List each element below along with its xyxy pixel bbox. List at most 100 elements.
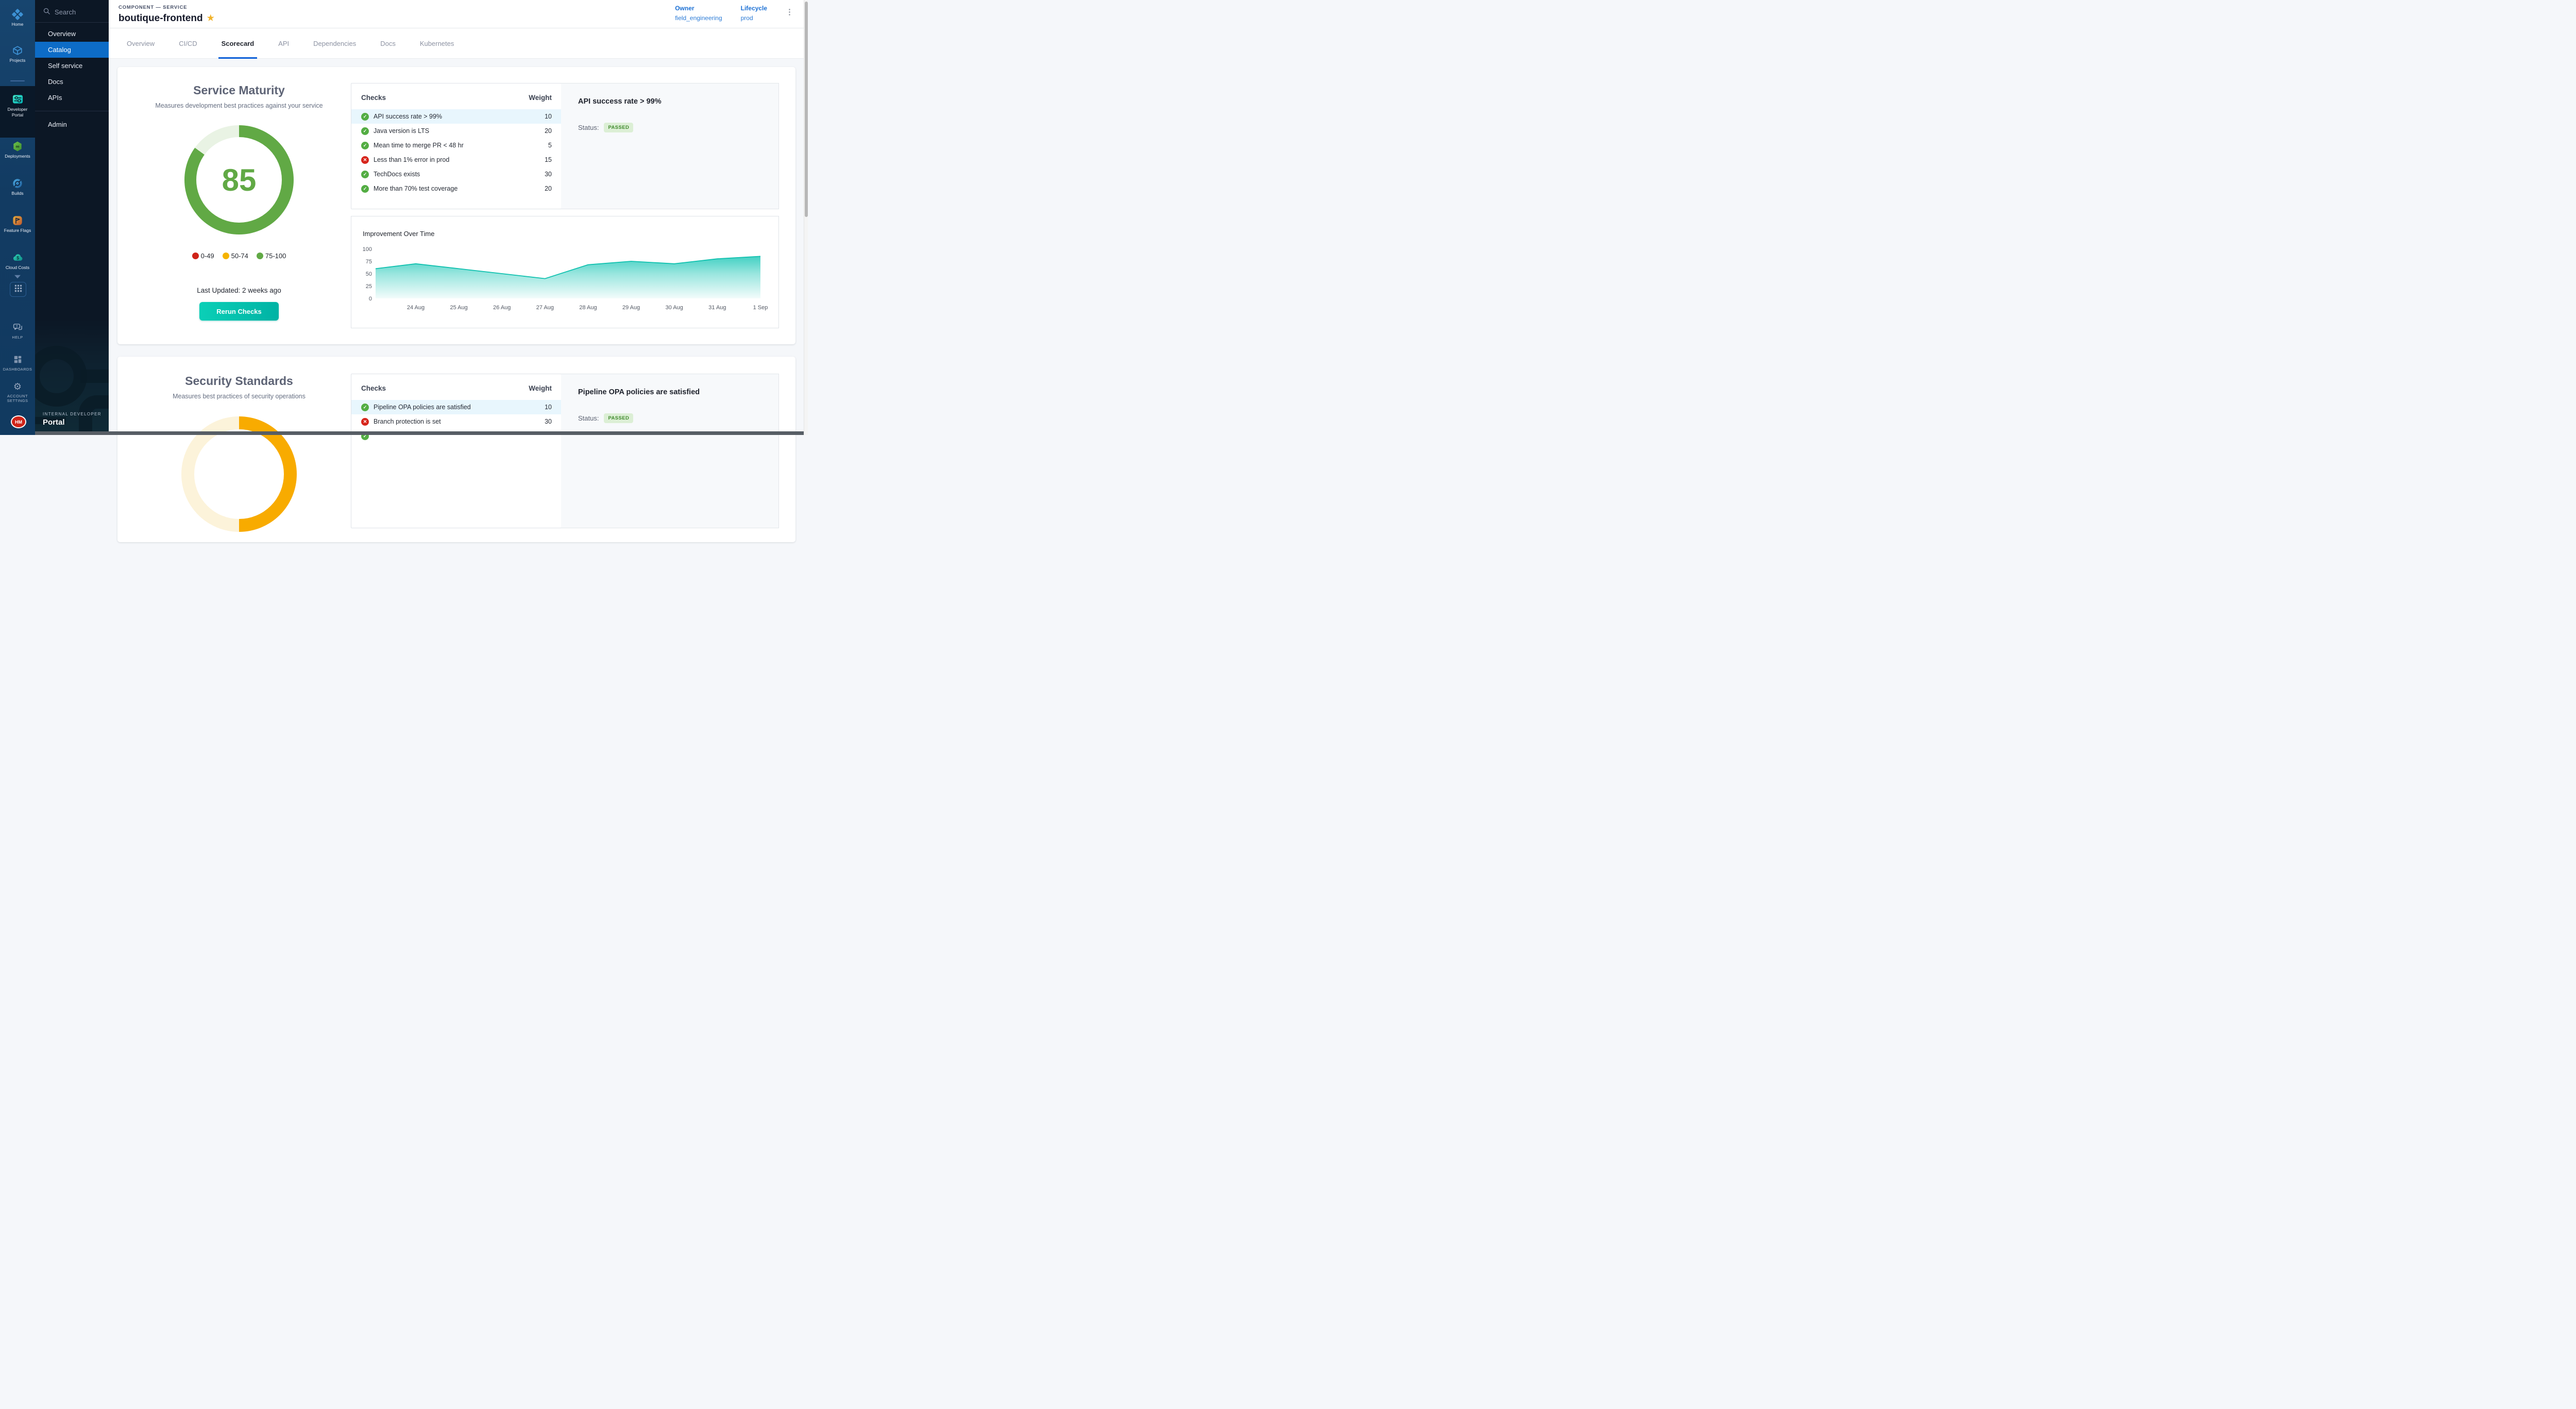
check-row-less-than-1-error-in-prod[interactable]: ✕Less than 1% error in prod15 xyxy=(351,153,561,167)
feature-flags-icon xyxy=(12,214,24,226)
chart-area-series xyxy=(376,256,760,298)
dashboards-icon xyxy=(12,354,24,365)
check-row-java-version-is-lts[interactable]: ✓Java version is LTS20 xyxy=(351,124,561,138)
security-standards-card: Security Standards Measures best practic… xyxy=(117,357,795,542)
x-axis-tick-label: 28 Aug xyxy=(579,305,597,311)
lifecycle-label[interactable]: Lifecycle xyxy=(741,5,767,12)
entity-kind-kicker: COMPONENT — SERVICE xyxy=(118,5,187,10)
sidebar-item-apis[interactable]: APIs xyxy=(35,90,109,106)
scorecards-content: Service Maturity Measures development be… xyxy=(109,58,808,435)
deployments-icon: ∞ xyxy=(12,140,24,152)
rail-item-feature-flags[interactable]: Feature Flags xyxy=(0,214,35,233)
rail-item-cloud-costs[interactable]: $Cloud Costs xyxy=(0,251,35,271)
scorecard-subtitle: Measures best practices of security oper… xyxy=(117,393,361,400)
last-updated-text: Last Updated: 2 weeks ago xyxy=(117,287,361,294)
check-detail-title: Pipeline OPA policies are satisfied xyxy=(578,388,778,396)
maturity-checks-table: Checks Weight ✓API success rate > 99%10✓… xyxy=(351,83,562,209)
sidebar-item-self-service[interactable]: Self service xyxy=(35,58,109,74)
x-axis-tick-label: 29 Aug xyxy=(622,305,640,311)
rail-item-home[interactable]: Home xyxy=(0,8,35,27)
y-axis-tick-label: 100 xyxy=(363,246,372,253)
check-row-pipeline-opa-policies-are-satisfied[interactable]: ✓Pipeline OPA policies are satisfied10 xyxy=(351,400,561,414)
tab-overview[interactable]: Overview xyxy=(127,28,155,58)
scrollbar-thumb[interactable] xyxy=(805,2,808,217)
x-axis-tick-label: 24 Aug xyxy=(407,305,425,311)
checks-column-header: Checks xyxy=(361,94,386,102)
status-label: Status: xyxy=(578,124,599,131)
legend-dot xyxy=(192,253,199,259)
legend-item-75-100: 75-100 xyxy=(257,252,286,260)
entity-tabs: Overview CI/CD Scorecard API Dependencies Doc… xyxy=(109,28,808,59)
sidebar-item-docs[interactable]: Docs xyxy=(35,74,109,90)
tab-kubernetes[interactable]: Kubernetes xyxy=(420,28,454,58)
check-detail-title: API success rate > 99% xyxy=(578,97,778,106)
owner-value[interactable]: field_engineering xyxy=(675,14,722,22)
lifecycle-value[interactable]: prod xyxy=(741,14,767,22)
check-pass-icon: ✓ xyxy=(361,142,369,149)
rail-item-account-settings[interactable]: ⚙ACCOUNT SETTINGS xyxy=(0,380,35,404)
check-row-api-success-rate-99[interactable]: ✓API success rate > 99%10 xyxy=(351,109,561,124)
kebab-menu-icon[interactable]: ⋮ xyxy=(786,8,793,17)
improvement-over-time-chart: 025507510024 Aug25 Aug26 Aug27 Aug28 Aug… xyxy=(351,216,779,329)
sidebar-item-overview[interactable]: Overview xyxy=(35,26,109,42)
bottom-edge-bar xyxy=(35,431,808,435)
tab-api[interactable]: API xyxy=(278,28,289,58)
search-input[interactable]: Search xyxy=(35,0,109,22)
tab-docs[interactable]: Docs xyxy=(380,28,396,58)
rail-item-builds[interactable]: Builds xyxy=(0,177,35,196)
check-row-mean-time-to-merge-pr-48-hr[interactable]: ✓Mean time to merge PR < 48 hr5 xyxy=(351,138,561,153)
svg-text:∞: ∞ xyxy=(15,144,19,149)
module-picker-button[interactable] xyxy=(10,282,26,297)
sidebar-footer-kicker: INTERNAL DEVELOPER xyxy=(43,412,101,416)
rail-divider xyxy=(10,80,25,81)
rail-item-deployments[interactable]: ∞Deployments xyxy=(0,140,35,159)
tab-scorecard[interactable]: Scorecard xyxy=(222,28,255,58)
x-axis-tick-label: 26 Aug xyxy=(493,305,511,311)
rail-item-help[interactable]: ?HELP xyxy=(0,322,35,340)
x-axis-tick-label: 31 Aug xyxy=(708,305,726,311)
x-axis-tick-label: 1 Sep xyxy=(753,305,768,311)
check-pass-icon: ✓ xyxy=(361,113,369,121)
svg-text:$: $ xyxy=(16,256,19,261)
legend-dot xyxy=(257,253,263,259)
sidebar-footer: INTERNAL DEVELOPER Portal xyxy=(43,412,101,427)
tab-dependencies[interactable]: Dependencies xyxy=(313,28,356,58)
chevron-down-icon[interactable] xyxy=(0,272,35,281)
check-row-techdocs-exists[interactable]: ✓TechDocs exists30 xyxy=(351,167,561,181)
improvement-chart-panel: Improvement Over Time 025507510024 Aug25… xyxy=(351,216,779,328)
star-icon[interactable]: ★ xyxy=(207,14,214,23)
status-badge: PASSED xyxy=(604,123,633,132)
maturity-score-value: 85 xyxy=(184,125,294,234)
rail-item-projects[interactable]: Projects xyxy=(0,44,35,63)
main-content: COMPONENT — SERVICE boutique-frontend ★ … xyxy=(109,0,808,435)
check-row-more-than-70-test-coverage[interactable]: ✓More than 70% test coverage20 xyxy=(351,181,561,196)
portal-sidebar: Search OverviewCatalogSelf serviceDocsAP… xyxy=(35,0,109,435)
owner-meta: Owner field_engineering xyxy=(675,5,722,22)
tab-ci-cd[interactable]: CI/CD xyxy=(179,28,197,58)
rerun-checks-button[interactable]: Rerun Checks xyxy=(199,302,279,321)
check-pass-icon: ✓ xyxy=(361,127,369,135)
page-title: boutique-frontend xyxy=(118,13,203,24)
sidebar-footer-title: Portal xyxy=(43,418,101,427)
vertical-scrollbar[interactable] xyxy=(804,0,808,435)
legend-dot xyxy=(223,253,229,259)
rail-item-dashboards[interactable]: DASHBOARDS xyxy=(0,354,35,372)
legend-item-0-49: 0-49 xyxy=(192,252,214,260)
rail-item-developer-portal[interactable]: Developer Portal xyxy=(0,93,35,118)
y-axis-tick-label: 0 xyxy=(369,296,372,302)
owner-label[interactable]: Owner xyxy=(675,5,722,12)
checks-column-header: Checks xyxy=(361,384,386,392)
avatar[interactable]: HM xyxy=(11,415,26,428)
security-summary: Security Standards Measures best practic… xyxy=(117,357,361,400)
sidebar-item-admin[interactable]: Admin xyxy=(35,116,109,132)
check-row-branch-protection-is-set[interactable]: ✕Branch protection is set30 xyxy=(351,414,561,429)
score-legend: 0-49 50-74 75-100 xyxy=(117,252,361,260)
sidebar-item-catalog[interactable]: Catalog xyxy=(35,42,109,58)
gauge-inner xyxy=(194,429,284,519)
settings-gear-icon: ⚙ xyxy=(12,380,24,392)
projects-icon xyxy=(12,44,24,56)
security-check-detail-panel: Pipeline OPA policies are satisfied Stat… xyxy=(561,374,779,528)
legend-item-50-74: 50-74 xyxy=(223,252,248,260)
module-grid-icon xyxy=(14,284,22,295)
x-axis-tick-label: 25 Aug xyxy=(450,305,467,311)
